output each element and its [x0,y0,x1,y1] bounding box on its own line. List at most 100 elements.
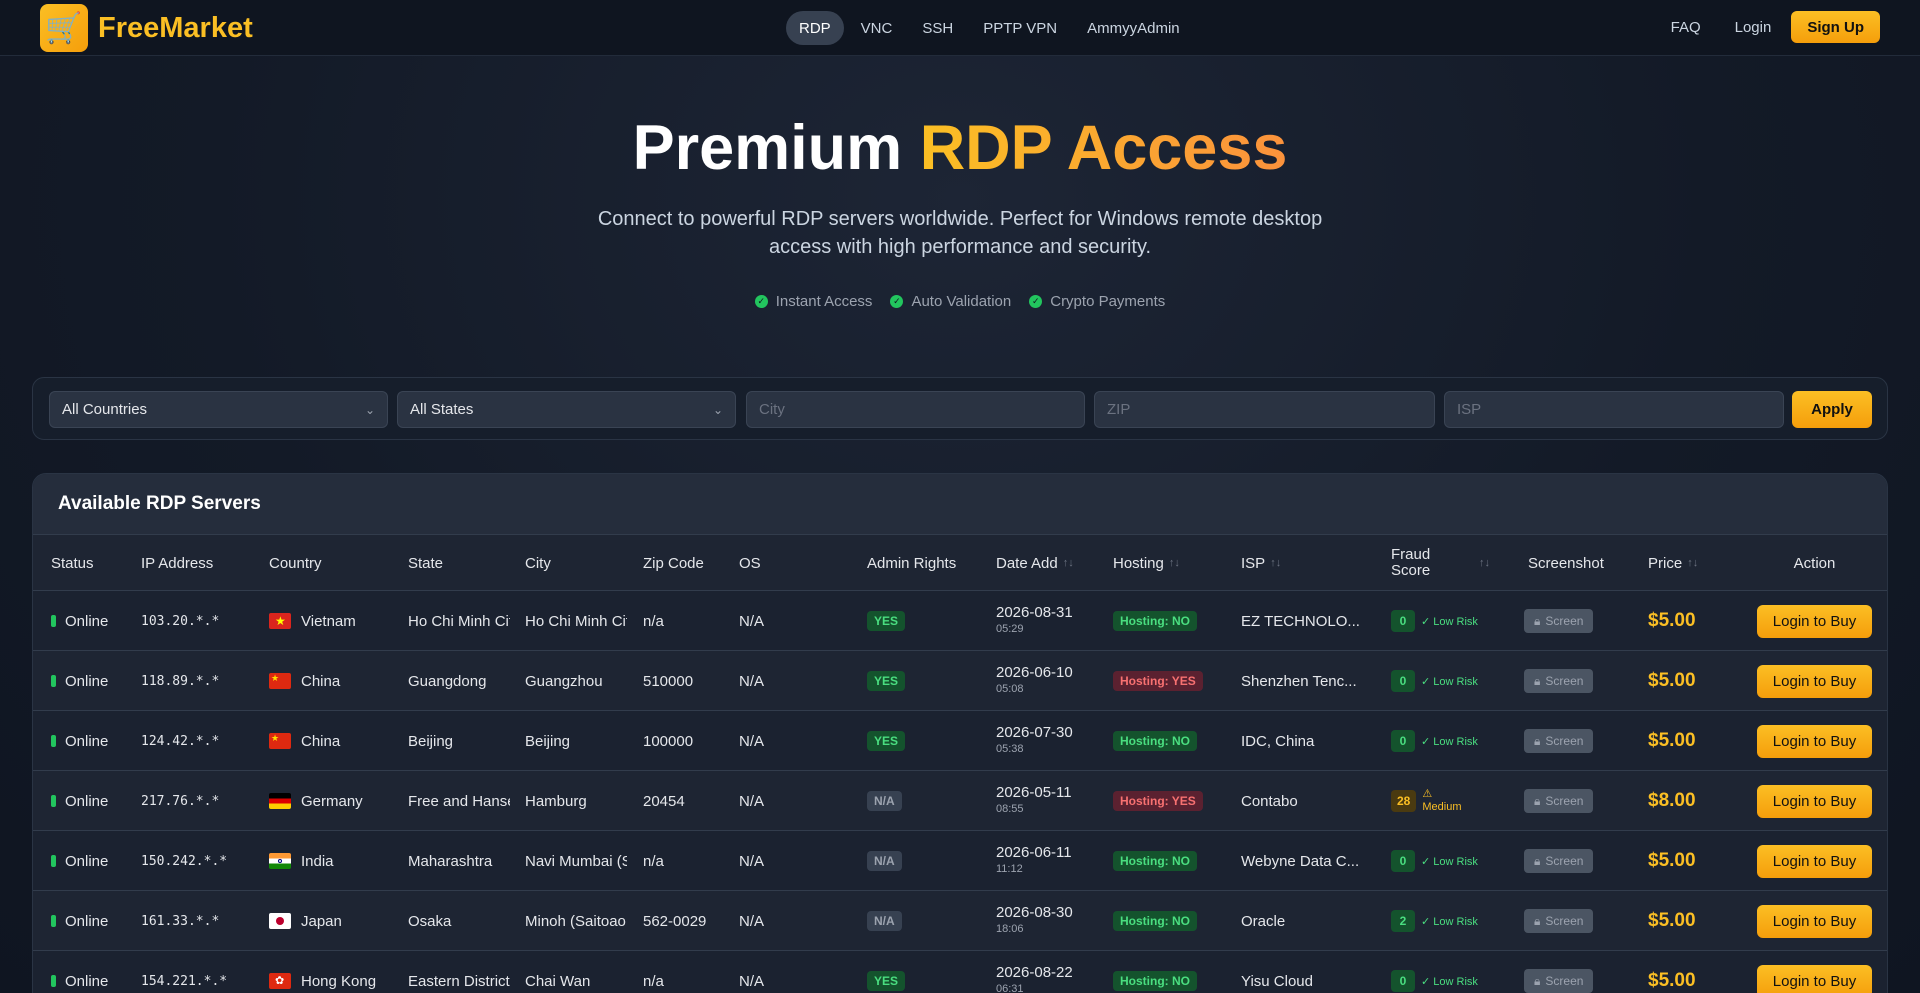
zip-cell: 510000 [643,672,694,690]
time-text: 05:29 [996,623,1024,635]
country-text: China [301,672,341,690]
ip-cell: 103.20.*.* [141,613,220,629]
tab-pptp-vpn[interactable]: PPTP VPN [970,11,1070,45]
status-indicator [51,915,56,927]
tab-ammyyadmin[interactable]: AmmyyAdmin [1074,11,1193,45]
status-cell: Online [51,591,108,651]
screenshot-cell: 🔒︎ Screen [1524,951,1594,993]
screenshot-label: Screen [1545,914,1584,928]
status-text: Online [65,792,109,810]
ip-cell: 161.33.*.* [141,913,220,929]
risk-label: ✓ Low Risk [1421,615,1478,628]
login-to-buy-button[interactable]: Login to Buy [1757,904,1872,938]
city-cell: Navi Mumbai (S [525,852,627,870]
tab-rdp[interactable]: RDP [786,11,844,45]
price-text: $8.00 [1648,790,1696,811]
country-cell: Germany [269,771,399,831]
time-text: 11:12 [996,863,1023,875]
check-icon: ✓ [1029,295,1043,308]
zip-input[interactable]: ZIP [1094,391,1435,428]
check-icon: ✓ [754,295,768,308]
flag-cn-icon: ★ [269,673,291,689]
fraud-score-badge: 0 [1391,670,1415,692]
col-admin: Admin Rights [867,554,957,572]
country-text: China [301,732,341,750]
signup-button[interactable]: Sign Up [1791,11,1880,43]
login-to-buy-button[interactable]: Login to Buy [1757,784,1872,818]
admin-badge: N/A [867,911,902,931]
faq-link[interactable]: FAQ [1657,19,1715,36]
flag-de-icon [269,793,291,809]
login-to-buy-button[interactable]: Login to Buy [1757,664,1872,698]
screenshot-button[interactable]: 🔒︎ Screen [1524,969,1594,993]
admin-cell: N/A [867,771,902,831]
admin-cell: YES [867,591,906,651]
status-cell: Online [51,651,108,711]
admin-badge: YES [867,611,906,631]
flag-jp-icon [269,913,291,929]
hosting-cell: Hosting: NO [1113,591,1197,651]
date-cell: 2026-06-11 11:12 [996,831,1072,891]
col-date-sort[interactable]: Date Add ↑↓ [996,535,1074,591]
screenshot-label: Screen [1545,794,1584,808]
os-cell: N/A [739,972,765,990]
admin-badge: N/A [867,851,902,871]
col-hosting-sort[interactable]: Hosting ↑↓ [1113,535,1180,591]
city-cell: Beijing [525,732,571,750]
login-to-buy-button[interactable]: Login to Buy [1757,964,1872,993]
country-select[interactable]: All Countries ⌄ [49,391,388,428]
tab-vnc[interactable]: VNC [848,11,906,45]
state-select[interactable]: All States ⌄ [397,391,736,428]
lock-icon: 🔒︎ [1534,793,1541,808]
screenshot-button[interactable]: 🔒︎ Screen [1524,669,1594,693]
screenshot-button[interactable]: 🔒︎ Screen [1524,849,1594,873]
date-text: 2026-05-11 [996,784,1072,801]
country-text: Germany [301,792,363,810]
ip-cell: 124.42.*.* [141,733,220,749]
status-indicator [51,675,56,687]
screenshot-button[interactable]: 🔒︎ Screen [1524,789,1594,813]
city-cell: Hamburg [525,792,587,810]
admin-cell: YES [867,711,906,771]
col-fraud-sort[interactable]: Fraud Score ↑↓ [1391,535,1501,591]
risk-label: ✓ Low Risk [1421,675,1478,688]
country-cell: ✿ Hong Kong [269,951,399,993]
sort-icon: ↑↓ [1062,557,1074,569]
action-cell: Login to Buy [1757,591,1872,651]
os-cell: N/A [739,852,765,870]
city-input[interactable]: City [746,391,1085,428]
date-cell: 2026-07-30 05:38 [996,711,1073,771]
status-indicator [51,795,56,807]
price-text: $5.00 [1648,610,1696,631]
shopping-cart-icon[interactable]: 🛒 [40,4,88,52]
login-to-buy-button[interactable]: Login to Buy [1757,844,1872,878]
col-isp-sort[interactable]: ISP ↑↓ [1241,535,1281,591]
screenshot-label: Screen [1545,614,1584,628]
ip-cell: 118.89.*.* [141,673,220,689]
lock-icon: 🔒︎ [1534,613,1541,628]
col-price-sort[interactable]: Price ↑↓ [1648,535,1698,591]
login-to-buy-button[interactable]: Login to Buy [1757,724,1872,758]
fraud-score-badge: 2 [1391,910,1415,932]
flag-cn-icon: ★ [269,733,291,749]
date-text: 2026-07-30 [996,724,1073,741]
status-text: Online [65,972,109,990]
screenshot-cell: 🔒︎ Screen [1524,711,1594,771]
ip-cell: 150.242.*.* [141,853,228,869]
fraud-cell: 28 ⚠ Medium [1391,771,1474,831]
hosting-badge: Hosting: NO [1113,611,1197,631]
flag-vn-icon: ★ [269,613,291,629]
col-hosting-label: Hosting [1113,554,1164,572]
screenshot-button[interactable]: 🔒︎ Screen [1524,909,1594,933]
screenshot-button[interactable]: 🔒︎ Screen [1524,729,1594,753]
login-link[interactable]: Login [1721,19,1786,36]
service-tabs: RDP VNC SSH PPTP VPN AmmyyAdmin [786,11,1193,45]
apply-button[interactable]: Apply [1792,391,1872,428]
isp-input[interactable]: ISP [1444,391,1784,428]
screenshot-button[interactable]: 🔒︎ Screen [1524,609,1594,633]
login-to-buy-button[interactable]: Login to Buy [1757,604,1872,638]
brand-name[interactable]: FreeMarket [98,12,253,45]
table-row: Online 217.76.*.* Germany Free and Hanse… [33,771,1887,831]
country-cell: Japan [269,891,399,951]
tab-ssh[interactable]: SSH [909,11,966,45]
